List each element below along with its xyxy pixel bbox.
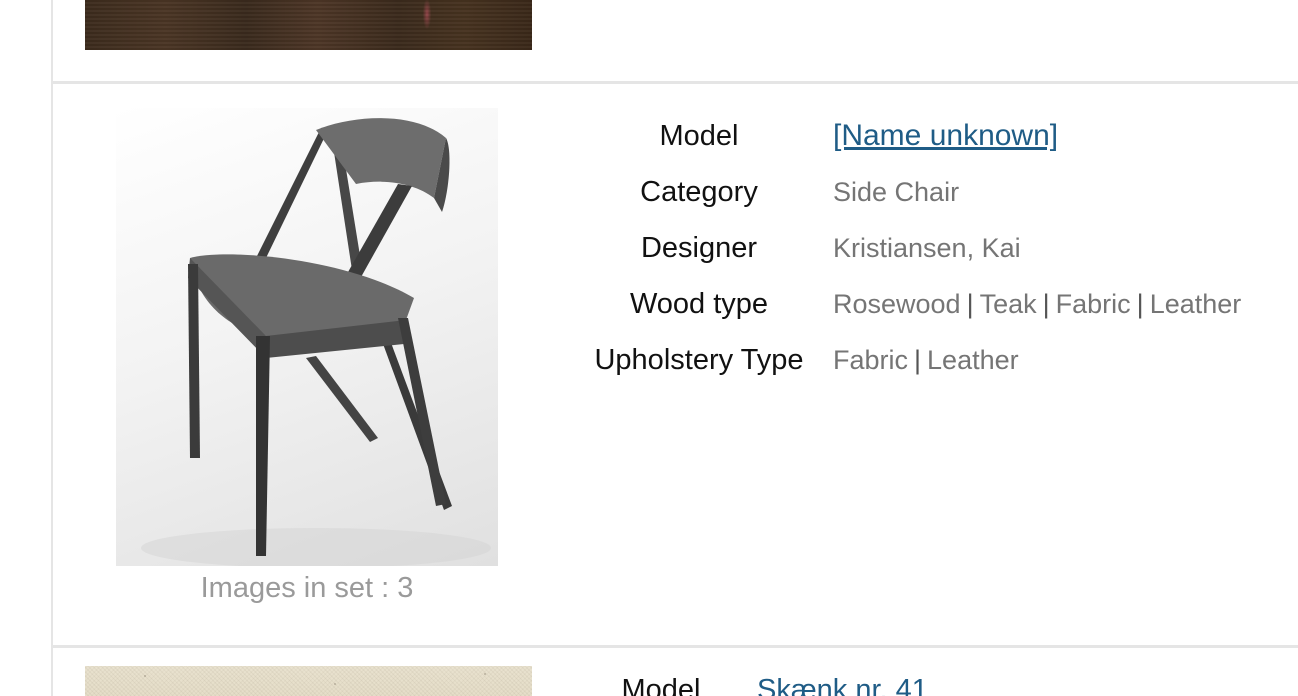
designer-value: Kristiansen, Kai: [833, 232, 1021, 263]
next-item-photo[interactable]: [85, 666, 532, 696]
wood-type-value: Leather: [1149, 288, 1242, 319]
wood-type-label: Wood type: [629, 287, 769, 320]
item-divider: [53, 81, 1298, 84]
spec-row-upholstery-type: Upholstery Type Fabric | Leather: [580, 332, 1241, 388]
spec-row-wood-type: Wood type Rosewood | Teak | Fabric | Leather: [580, 276, 1241, 332]
item-divider: [53, 645, 1298, 648]
images-in-set-count: Images in set : 3: [200, 572, 414, 604]
upholstery-type-value: Leather: [927, 344, 1019, 375]
previous-item-photo[interactable]: [85, 0, 532, 50]
model-name-link[interactable]: [Name unknown]: [833, 119, 1058, 152]
model-value: [Name unknown]: [818, 108, 1241, 164]
value-separator: |: [966, 288, 974, 319]
category-label: Category: [640, 175, 758, 208]
chair-image: [141, 118, 491, 566]
item-spec-table: Model [Name unknown] Category Side Chair…: [580, 108, 1241, 388]
upholstery-type-label: Upholstery Type: [594, 343, 804, 376]
wood-type-value: Teak: [979, 288, 1037, 319]
model-label: Model: [659, 119, 739, 152]
next-model-link[interactable]: Skænk nr. 41: [757, 674, 928, 696]
wood-type-value: Fabric: [1055, 288, 1131, 319]
wood-type-value: Rosewood: [833, 288, 961, 319]
spec-row-category: Category Side Chair: [580, 164, 1241, 220]
spec-row-model: Model [Name unknown]: [580, 108, 1241, 164]
value-separator: |: [1136, 288, 1144, 319]
upholstery-type-value: Fabric: [833, 344, 909, 375]
left-border: [51, 0, 53, 696]
value-separator: |: [914, 344, 922, 375]
spec-row-designer: Designer Kristiansen, Kai: [580, 220, 1241, 276]
wood-type-values: Rosewood | Teak | Fabric | Leather: [818, 276, 1241, 332]
item-photo[interactable]: [116, 108, 498, 566]
designer-label: Designer: [640, 231, 758, 264]
upholstery-type-values: Fabric | Leather: [818, 332, 1241, 388]
catalog-page: Images in set : 3 Model [Name unknown] C…: [0, 0, 1298, 696]
category-value: Side Chair: [833, 176, 960, 207]
value-separator: |: [1042, 288, 1050, 319]
next-model-label: Model: [621, 674, 701, 696]
